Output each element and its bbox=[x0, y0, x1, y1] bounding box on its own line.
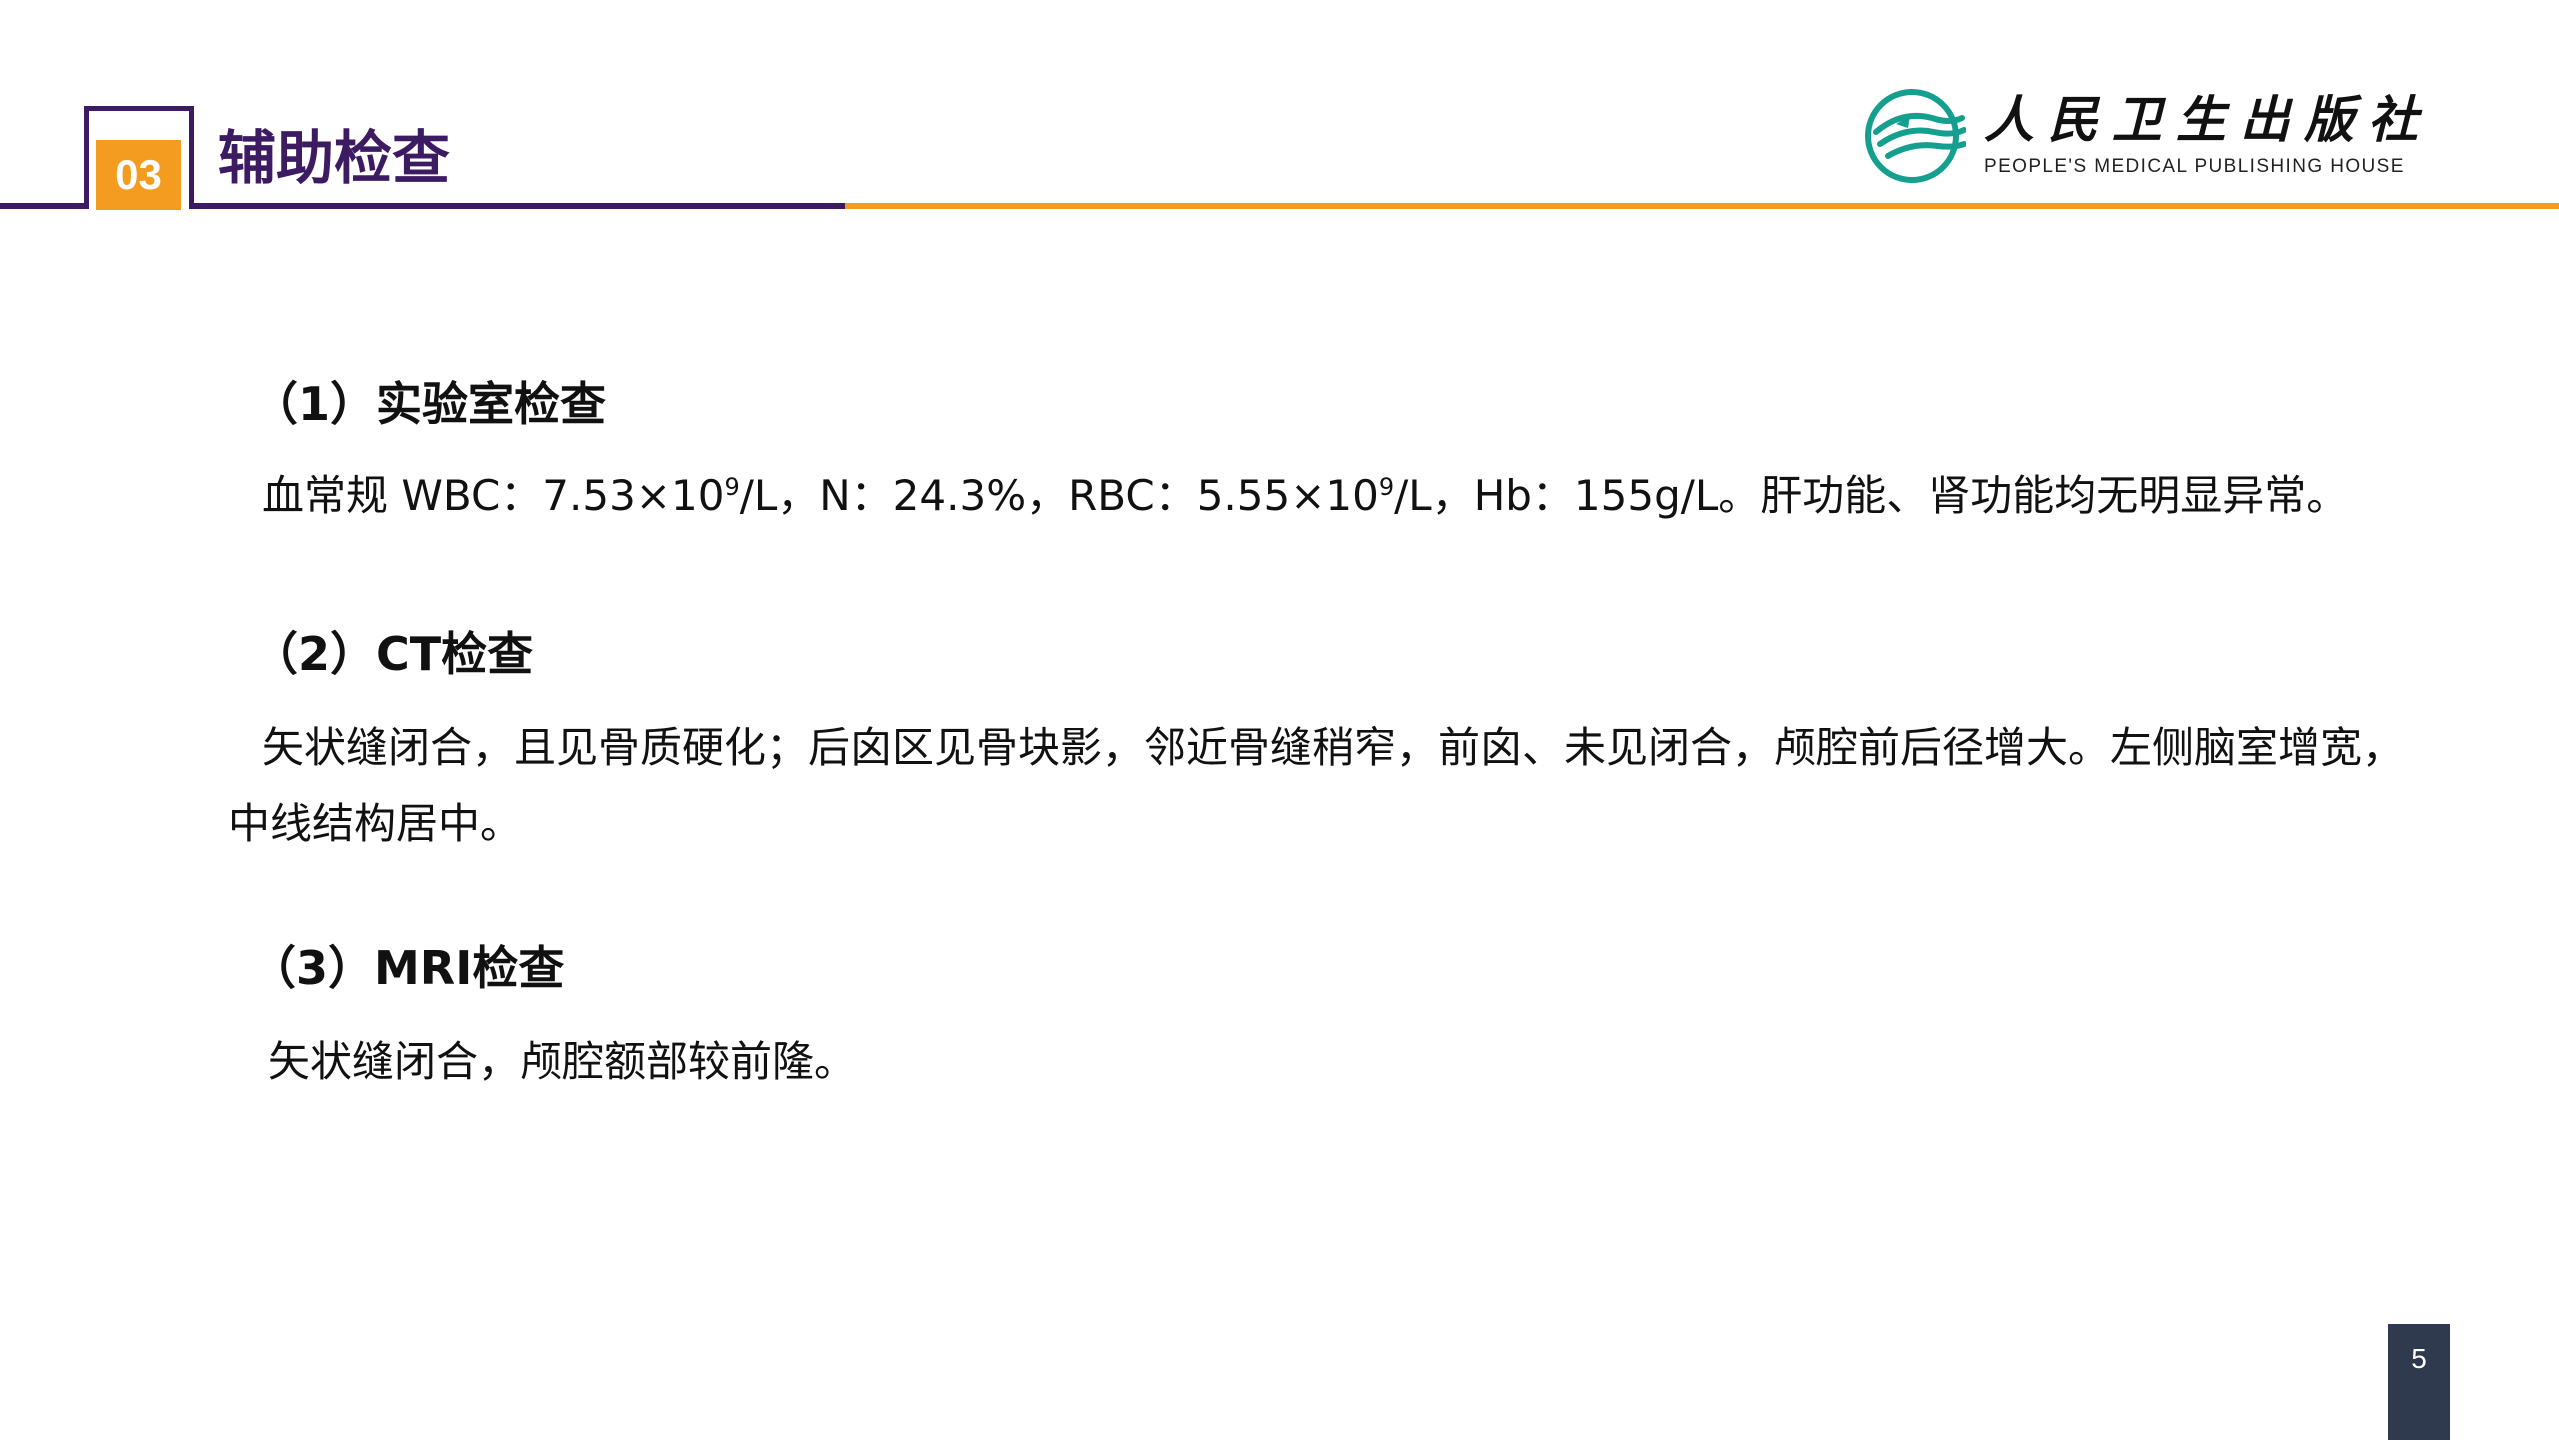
lab-exponent-wbc: 9 bbox=[724, 473, 740, 501]
section-heading-ct: （2）CT检查 bbox=[252, 627, 534, 681]
lab-text-middle: /L，N：24.3%，RBC：5.55×10 bbox=[739, 471, 1379, 520]
slide-header: 03 辅助检查 人民卫生出版社 PEOPLE'S MEDICAL PUBLISH… bbox=[0, 0, 2559, 220]
section-body-ct: 矢状缝闭合，且见骨质硬化；后囟区见骨块影，邻近骨缝稍窄，前囟、未见闭合，颅腔前后… bbox=[228, 710, 2408, 862]
section-title: 辅助检查 bbox=[218, 124, 451, 192]
header-divider-orange bbox=[845, 203, 2559, 209]
lab-exponent-rbc: 9 bbox=[1378, 473, 1395, 501]
page-number: 5 bbox=[2388, 1324, 2450, 1440]
lab-text-prefix: 血常规 WBC：7.53×10 bbox=[262, 471, 725, 520]
section-body-lab: 血常规 WBC：7.53×109/L，N：24.3%，RBC：5.55×109/… bbox=[262, 458, 2348, 534]
section-heading-lab: （1）实验室检查 bbox=[252, 377, 607, 431]
publisher-logo: 人民卫生出版社 PEOPLE'S MEDICAL PUBLISHING HOUS… bbox=[1862, 88, 2442, 188]
ct-text: 矢状缝闭合，且见骨质硬化；后囟区见骨块影，邻近骨缝稍窄，前囟、未见闭合，颅腔前后… bbox=[228, 723, 2405, 848]
lab-text-suffix: /L，Hb：155g/L。肝功能、肾功能均无明显异常。 bbox=[1394, 471, 2349, 520]
publisher-name-en: PEOPLE'S MEDICAL PUBLISHING HOUSE bbox=[1984, 156, 2405, 177]
publisher-name-cn: 人民卫生出版社 bbox=[1984, 91, 2432, 149]
section-body-mri: 矢状缝闭合，颅腔额部较前隆。 bbox=[268, 1037, 857, 1086]
section-number-badge: 03 bbox=[96, 140, 181, 210]
publisher-emblem-icon bbox=[1865, 89, 1966, 183]
section-heading-mri: （3）MRI检查 bbox=[250, 941, 565, 995]
